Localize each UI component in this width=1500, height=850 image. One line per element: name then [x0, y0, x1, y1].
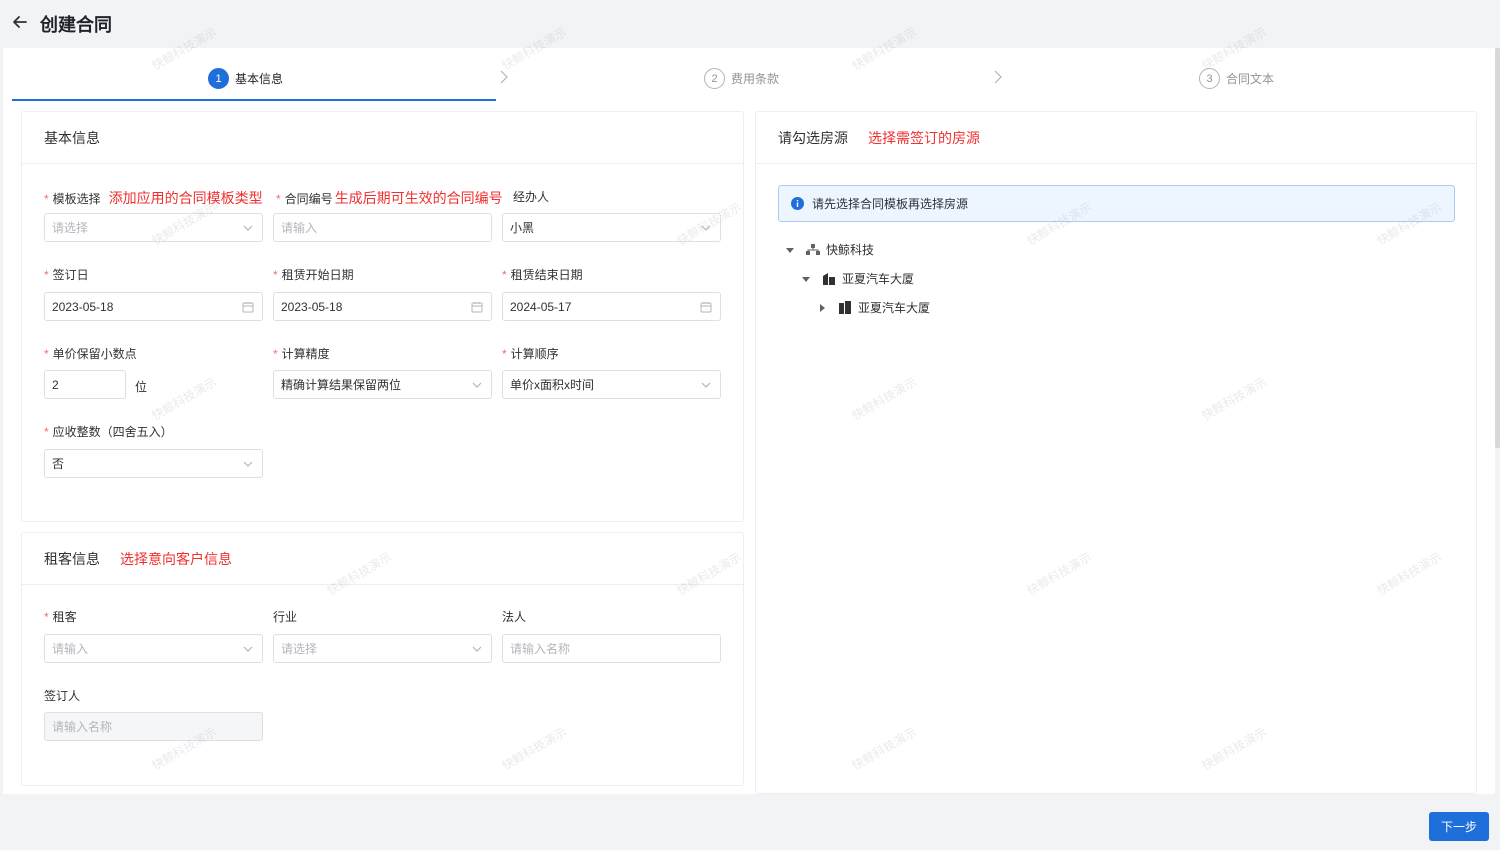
rounding-select[interactable]: 否	[44, 449, 263, 478]
org-tree-icon	[806, 243, 820, 255]
basic-info-header: 基本信息	[22, 112, 743, 164]
tree-node-company[interactable]: 快鲸科技	[786, 241, 874, 258]
lease-start-picker[interactable]: 2023-05-18	[273, 292, 492, 321]
contract-no-label: * 合同编号 生成后期可生效的合同编号	[276, 190, 503, 206]
calendar-icon	[471, 302, 483, 313]
template-label: * 模板选择 添加应用的合同模板类型	[44, 190, 263, 206]
active-step-underline	[12, 99, 496, 101]
lease-end-picker[interactable]: 2024-05-17	[502, 292, 721, 321]
precision-select[interactable]: 精确计算结果保留两位	[273, 370, 492, 399]
room-select-title: 请勾选房源	[778, 129, 848, 146]
info-alert-text: 请先选择合同模板再选择房源	[812, 197, 969, 211]
decimals-unit: 位	[135, 380, 148, 394]
order-label: * 计算顺序	[502, 347, 559, 361]
building-icon	[823, 273, 835, 285]
tenant-annotation: 选择意向客户信息	[120, 550, 232, 567]
decimals-label: * 单价保留小数点	[44, 347, 137, 361]
handler-label: 经办人	[513, 190, 550, 204]
order-select[interactable]: 单价x面积x时间	[502, 370, 721, 399]
basic-info-panel: 基本信息 * 模板选择 添加应用的合同模板类型 * 合同编号 生成后期可生效的合同编号 …	[21, 111, 744, 522]
industry-label: 行业	[273, 610, 298, 624]
next-step-button[interactable]: 下一步	[1429, 812, 1489, 841]
chevron-down-icon	[243, 225, 253, 231]
basic-info-title: 基本信息	[44, 129, 100, 146]
template-annotation: 添加应用的合同模板类型	[108, 190, 263, 206]
tree-node-label: 快鲸科技	[826, 243, 875, 257]
info-icon	[791, 197, 804, 210]
contract-no-annotation: 生成后期可生效的合同编号	[334, 190, 503, 206]
precision-label: * 计算精度	[273, 347, 330, 361]
lease-end-label: * 租赁结束日期	[502, 268, 583, 282]
step-basic-info[interactable]: 1 基本信息	[208, 68, 283, 89]
chevron-down-icon	[472, 646, 482, 652]
signer-input: 请输入名称	[44, 712, 263, 741]
tenant-label: * 租客	[44, 610, 77, 624]
tenant-info-title: 租客信息	[44, 550, 100, 567]
signer-label: 签订人	[44, 689, 81, 703]
top-bar: 创建合同	[0, 0, 1500, 48]
caret-down-icon[interactable]	[786, 246, 794, 254]
chevron-down-icon	[701, 382, 711, 388]
lease-start-label: * 租赁开始日期	[273, 268, 354, 282]
decimals-input[interactable]: 2	[44, 370, 126, 399]
step-number: 2	[704, 68, 725, 89]
room-annotation: 选择需签订的房源	[868, 129, 980, 146]
caret-right-icon[interactable]	[818, 303, 826, 312]
room-select-header: 请勾选房源 选择需签订的房源	[756, 112, 1476, 164]
tree-node-label: 亚夏汽车大厦	[858, 301, 931, 315]
chevron-down-icon	[243, 646, 253, 652]
tenant-select[interactable]: 请输入	[44, 634, 263, 663]
chevron-down-icon	[243, 461, 253, 467]
step-label: 基本信息	[235, 72, 284, 86]
contract-no-input[interactable]: 请输入	[273, 213, 492, 242]
main-canvas: 1 基本信息 2 费用条款 3 合同文本 基本信息 * 模板选择 添加应用的合同模板…	[3, 48, 1495, 794]
sign-date-label: * 签订日	[44, 268, 89, 282]
tenant-info-panel: 租客信息 选择意向客户信息 * 租客 行业 法人 请输入 请选择 请输入名称 签订…	[21, 532, 744, 786]
building-icon	[839, 301, 851, 314]
caret-down-icon[interactable]	[802, 275, 810, 283]
tree-node-label: 亚夏汽车大厦	[842, 272, 915, 286]
step-label: 费用条款	[731, 72, 780, 86]
page-title: 创建合同	[40, 15, 112, 35]
chevron-down-icon	[472, 382, 482, 388]
steps-bar: 1 基本信息 2 费用条款 3 合同文本	[3, 48, 1495, 104]
chevron-down-icon	[701, 225, 711, 231]
back-arrow-icon[interactable]	[10, 12, 30, 32]
rounding-label: * 应收整数（四舍五入）	[44, 425, 173, 439]
info-alert: 请先选择合同模板再选择房源	[778, 185, 1455, 222]
chevron-right-icon	[994, 70, 1002, 84]
chevron-right-icon	[500, 70, 508, 84]
legal-person-input[interactable]: 请输入名称	[502, 634, 721, 663]
sign-date-picker[interactable]: 2023-05-18	[44, 292, 263, 321]
step-number: 3	[1199, 68, 1220, 89]
step-label: 合同文本	[1226, 72, 1275, 86]
calendar-icon	[700, 302, 712, 313]
step-contract-text[interactable]: 3 合同文本	[1199, 68, 1274, 89]
step-fee-terms[interactable]: 2 费用条款	[704, 68, 779, 89]
industry-select[interactable]: 请选择	[273, 634, 492, 663]
template-select[interactable]: 请选择	[44, 213, 263, 242]
tree-node-sub-building[interactable]: 亚夏汽车大厦	[818, 299, 930, 316]
calendar-icon	[242, 302, 254, 313]
handler-select[interactable]: 小黑	[502, 213, 721, 242]
vertical-scrollbar[interactable]	[1495, 48, 1500, 448]
tree-node-building[interactable]: 亚夏汽车大厦	[802, 270, 914, 287]
tenant-info-header: 租客信息 选择意向客户信息	[22, 533, 743, 585]
room-select-panel: 请勾选房源 选择需签订的房源 请先选择合同模板再选择房源 快鲸科技 亚夏汽车大厦…	[755, 111, 1477, 794]
legal-person-label: 法人	[502, 610, 527, 624]
step-number: 1	[208, 68, 229, 89]
